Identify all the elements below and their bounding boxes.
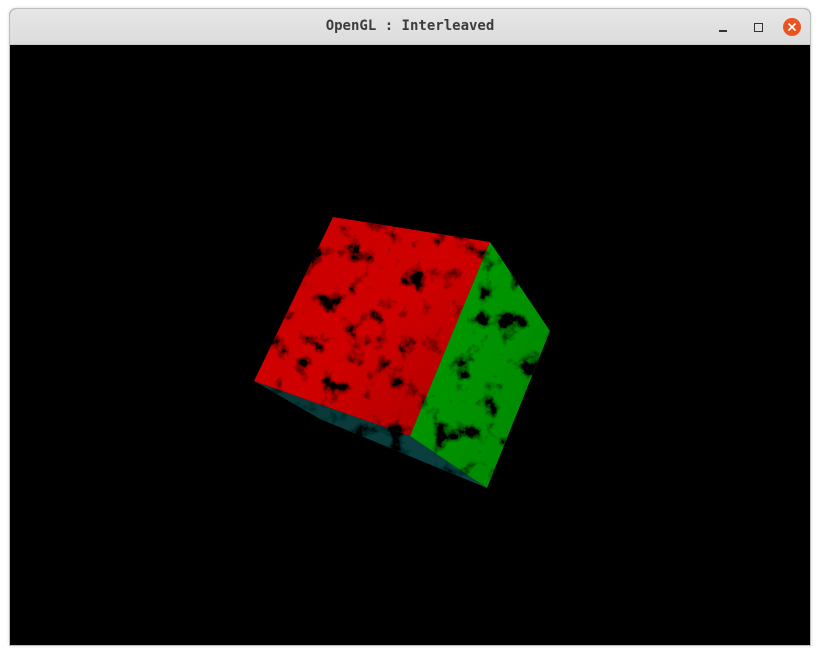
app-window: OpenGL : Interleaved: [9, 8, 811, 646]
title-bar[interactable]: OpenGL : Interleaved: [10, 9, 810, 45]
minimize-icon: [719, 30, 727, 32]
maximize-button[interactable]: [748, 17, 768, 37]
cube-scene: [254, 217, 550, 488]
close-button[interactable]: [782, 17, 802, 37]
maximize-icon: [753, 22, 763, 32]
minimize-button[interactable]: [713, 17, 733, 37]
opengl-viewport[interactable]: [10, 45, 810, 645]
window-title: OpenGL : Interleaved: [325, 18, 495, 34]
close-icon: [783, 18, 801, 36]
